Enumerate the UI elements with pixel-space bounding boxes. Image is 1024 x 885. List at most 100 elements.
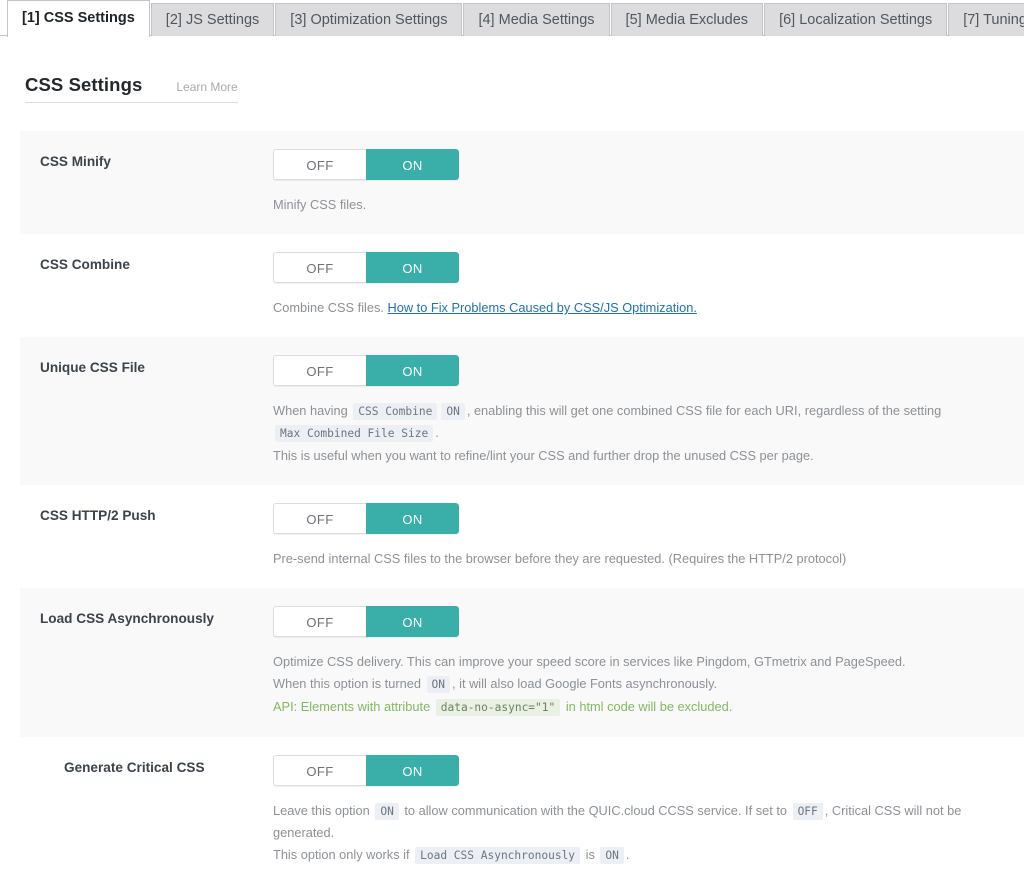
description-text: in html code will be excluded. [562,699,733,714]
setting-field-cell: OFF ON Optimize CSS delivery. This can imp… [273,588,1024,737]
tab-label: [1] CSS Settings [22,10,135,26]
setting-field-cell: OFF ON Combine CSS files. How to Fix Probl… [273,234,1024,337]
section-header: CSS Settings Learn More [25,74,238,103]
toggle-option-on[interactable]: ON [366,503,459,534]
inline-code: CSS Combine [353,403,438,420]
description-line: This option only works if Load CSS Async… [273,844,1012,866]
page-title: CSS Settings [25,74,143,95]
inline-code: ON [600,847,624,864]
description-text: . [435,425,439,440]
setting-description: When having CSS Combine ON, enabling this… [273,400,1012,466]
inline-code: OFF [792,803,823,820]
toggle-3[interactable]: OFF ON [273,503,459,534]
description-text: Pre-send internal CSS files to the brows… [273,551,847,566]
settings-row: Unique CSS File OFF ON When having CSS Comb… [20,337,1024,485]
setting-label: Generate Critical CSS [64,760,205,775]
description-line: Pre-send internal CSS files to the brows… [273,548,1012,569]
description-line: Optimize CSS delivery. This can improve … [273,651,1012,672]
tab-2[interactable]: [3] Optimization Settings [275,3,463,36]
setting-field-cell: OFF ON Pre-send internal CSS files to the … [273,485,1024,588]
description-text: This is useful when you want to refine/l… [273,448,814,463]
tab-label: [2] JS Settings [165,12,260,28]
description-line: Combine CSS files. How to Fix Problems C… [273,297,1012,318]
toggle-option-on[interactable]: ON [366,355,459,386]
settings-row: CSS HTTP/2 Push OFF ON Pre-send internal CS… [20,485,1024,588]
setting-description: Combine CSS files. How to Fix Problems C… [273,297,1012,318]
settings-row: CSS Combine OFF ON Combine CSS files. How t… [20,234,1024,337]
setting-label-cell: CSS Combine [20,234,273,337]
description-text: Combine CSS files. [273,300,388,315]
setting-label-cell: CSS HTTP/2 Push [20,485,273,588]
setting-field-cell: OFF ON Minify CSS files. [273,131,1024,234]
setting-description: Minify CSS files. [273,194,1012,215]
description-text: When this option is turned [273,676,425,691]
description-line: When having CSS Combine ON, enabling this… [273,400,1012,444]
tab-label: [6] Localization Settings [779,12,933,28]
settings-row: CSS Minify OFF ON Minify CSS files. [20,131,1024,234]
toggle-4[interactable]: OFF ON [273,606,459,637]
setting-label: Load CSS Asynchronously [40,611,214,626]
tab-6[interactable]: [7] Tuning Settings [948,3,1024,36]
toggle-option-off[interactable]: OFF [273,149,366,180]
description-line: Minify CSS files. [273,194,1012,215]
tab-0[interactable]: [1] CSS Settings [7,0,150,37]
toggle-5[interactable]: OFF ON [273,755,459,786]
inline-code: Max Combined File Size [275,425,434,442]
inline-code: ON [426,676,450,693]
learn-more-link[interactable]: Learn More [176,80,237,94]
inline-code: ON [375,803,399,820]
description-line: Leave this option ON to allow communicat… [273,800,1012,843]
description-text: Minify CSS files. [273,197,367,212]
description-text: API: Elements with attribute [273,699,434,714]
inline-code: Load CSS Asynchronously [415,847,581,864]
setting-label-cell: Generate Critical CSS [20,737,273,885]
setting-label-cell: CSS Minify [20,131,273,234]
toggle-2[interactable]: OFF ON [273,355,459,386]
tab-5[interactable]: [6] Localization Settings [764,3,948,36]
toggle-option-on[interactable]: ON [366,606,459,637]
setting-field-cell: OFF ON Leave this option ON to allow commu… [273,737,1024,885]
description-text: , enabling this will get one combined CS… [466,403,942,418]
tab-label: [3] Optimization Settings [290,12,448,28]
settings-row: Generate Critical CSS OFF ON Leave this opt… [20,737,1024,885]
description-text: This option only works if [273,847,414,862]
setting-description: Optimize CSS delivery. This can improve … [273,651,1012,718]
toggle-option-on[interactable]: ON [366,252,459,283]
setting-description: Pre-send internal CSS files to the brows… [273,548,1012,569]
toggle-option-off[interactable]: OFF [273,355,366,386]
settings-row: Load CSS Asynchronously OFF ON Optimize CSS… [20,588,1024,737]
inline-code: data-no-async="1" [435,699,561,716]
toggle-0[interactable]: OFF ON [273,149,459,180]
setting-label: CSS Minify [40,154,111,169]
toggle-option-on[interactable]: ON [366,755,459,786]
tab-label: [7] Tuning Settings [963,12,1024,28]
toggle-option-off[interactable]: OFF [273,755,366,786]
setting-label-cell: Unique CSS File [20,337,273,485]
setting-label: CSS HTTP/2 Push [40,508,156,523]
toggle-option-off[interactable]: OFF [273,252,366,283]
description-line: API: Elements with attribute data-no-asy… [273,696,1012,718]
description-text: When having [273,403,352,418]
toggle-1[interactable]: OFF ON [273,252,459,283]
tab-label: [4] Media Settings [478,12,595,28]
description-line: This is useful when you want to refine/l… [273,445,1012,466]
settings-page: CSS Settings Learn More CSS Minify OFF ON M… [0,36,1024,885]
description-text: . [625,847,630,862]
toggle-option-off[interactable]: OFF [273,606,366,637]
tab-1[interactable]: [2] JS Settings [150,3,275,36]
description-link[interactable]: How to Fix Problems Caused by CSS/JS Opt… [388,300,697,315]
description-text: Optimize CSS delivery. This can improve … [273,654,906,669]
toggle-option-on[interactable]: ON [366,149,459,180]
description-text: to allow communication with the QUIC.clo… [400,803,791,818]
description-text: , it will also load Google Fonts asynchr… [452,676,718,691]
setting-label: Unique CSS File [40,360,145,375]
settings-tab-bar: [1] CSS Settings [2] JS Settings [3] Optim… [0,0,1024,37]
settings-table: CSS Minify OFF ON Minify CSS files. CSS Comb… [20,131,1024,885]
tab-3[interactable]: [4] Media Settings [463,3,610,36]
inline-code: ON [441,403,465,420]
setting-field-cell: OFF ON When having CSS Combine ON, enabling… [273,337,1024,485]
description-text: is [582,847,599,862]
tab-4[interactable]: [5] Media Excludes [610,3,764,36]
toggle-option-off[interactable]: OFF [273,503,366,534]
description-line: When this option is turned ON, it will a… [273,673,1012,695]
